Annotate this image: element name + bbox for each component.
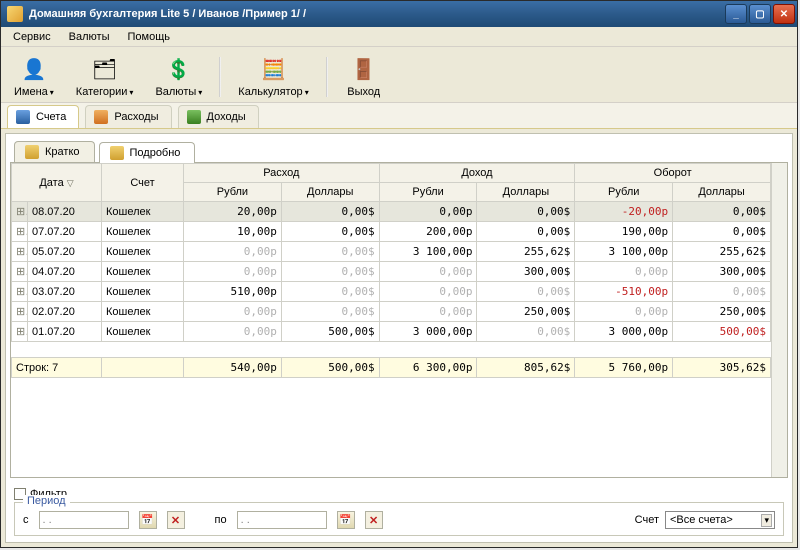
filter-panel: Фильтр Период с . . 📅 ✕ по . . 📅 ✕ Счет … bbox=[10, 484, 788, 538]
toolbar: 👤 Имена▾ 🗂 Категории▾ 💲 Валюты▾ 🧮 Кальку… bbox=[1, 47, 797, 103]
chevron-down-icon: ▾ bbox=[761, 514, 772, 527]
col-tur-rub[interactable]: Рубли bbox=[575, 183, 673, 202]
view-tabs: Кратко Подробно bbox=[10, 138, 788, 162]
table-row[interactable]: ⊞03.07.20Кошелек510,00p0,00$0,00p0,00$-5… bbox=[12, 282, 771, 302]
row-count: Строк: 7 bbox=[12, 358, 102, 378]
sheet-icon bbox=[110, 146, 124, 160]
titlebar: Домашняя бухгалтерия Lite 5 / Иванов /Пр… bbox=[1, 1, 797, 27]
table-row[interactable]: ⊞05.07.20Кошелек0,00p0,00$3 100,00p255,6… bbox=[12, 242, 771, 262]
expand-icon[interactable]: ⊞ bbox=[12, 282, 28, 302]
tool-calculator[interactable]: 🧮 Калькулятор▾ bbox=[229, 53, 317, 101]
col-date[interactable]: Дата ▽ bbox=[12, 164, 102, 202]
table-row[interactable]: ⊞02.07.20Кошелек0,00p0,00$0,00p250,00$0,… bbox=[12, 302, 771, 322]
maximize-button[interactable]: ▢ bbox=[749, 4, 771, 24]
tab-income[interactable]: Доходы bbox=[178, 105, 259, 128]
calendar-icon[interactable]: 📅 bbox=[139, 511, 157, 529]
account-filter-combo[interactable]: <Все счета> ▾ bbox=[665, 511, 775, 529]
col-exp-rub[interactable]: Рубли bbox=[184, 183, 282, 202]
tool-exit[interactable]: 🚪 Выход bbox=[336, 53, 392, 101]
table-row[interactable]: ⊞07.07.20Кошелек10,00p0,00$200,00p0,00$1… bbox=[12, 222, 771, 242]
calendar-icon[interactable]: 📅 bbox=[337, 511, 355, 529]
grid: Дата ▽ Счет Расход Доход Оборот Рубли До… bbox=[10, 162, 788, 478]
categories-icon: 🗂 bbox=[91, 56, 119, 84]
to-label: по bbox=[215, 514, 227, 526]
clear-to-icon[interactable]: ✕ bbox=[365, 511, 383, 529]
expand-icon[interactable]: ⊞ bbox=[12, 322, 28, 342]
view-detail[interactable]: Подробно bbox=[99, 142, 196, 163]
menu-help[interactable]: Помощь bbox=[120, 29, 179, 45]
col-inc-rub[interactable]: Рубли bbox=[379, 183, 477, 202]
footer-row: Строк: 7 540,00p 500,00$ 6 300,00p 805,6… bbox=[12, 358, 771, 378]
menu-service[interactable]: Сервис bbox=[5, 29, 59, 45]
app-icon bbox=[7, 6, 23, 22]
period-legend: Период bbox=[23, 495, 70, 507]
period-group: Период с . . 📅 ✕ по . . 📅 ✕ Счет <Все сч… bbox=[14, 502, 784, 536]
exit-icon: 🚪 bbox=[350, 56, 378, 84]
window-title: Домашняя бухгалтерия Lite 5 / Иванов /Пр… bbox=[29, 8, 725, 20]
col-exp-usd[interactable]: Доллары bbox=[281, 183, 379, 202]
main-tabs: Счета Расходы Доходы bbox=[1, 103, 797, 129]
close-button[interactable]: ✕ bbox=[773, 4, 795, 24]
minimize-button[interactable]: _ bbox=[725, 4, 747, 24]
date-from-input[interactable]: . . bbox=[39, 511, 129, 529]
col-inc-usd[interactable]: Доллары bbox=[477, 183, 575, 202]
expand-icon[interactable]: ⊞ bbox=[12, 202, 28, 222]
col-expense[interactable]: Расход bbox=[184, 164, 380, 183]
app-window: Домашняя бухгалтерия Lite 5 / Иванов /Пр… bbox=[0, 0, 798, 548]
calculator-icon: 🧮 bbox=[259, 56, 287, 84]
dollar-icon: 💲 bbox=[165, 56, 193, 84]
content-area: Кратко Подробно bbox=[5, 133, 793, 543]
window-controls: _ ▢ ✕ bbox=[725, 4, 795, 24]
users-icon: 👤 bbox=[20, 56, 48, 84]
table-row[interactable]: ⊞01.07.20Кошелек0,00p500,00$3 000,00p0,0… bbox=[12, 322, 771, 342]
clear-from-icon[interactable]: ✕ bbox=[167, 511, 185, 529]
view-brief[interactable]: Кратко bbox=[14, 141, 95, 162]
col-tur-usd[interactable]: Доллары bbox=[673, 183, 771, 202]
expand-icon[interactable]: ⊞ bbox=[12, 302, 28, 322]
tab-expenses[interactable]: Расходы bbox=[85, 105, 171, 128]
col-account[interactable]: Счет bbox=[102, 164, 184, 202]
tab-accounts[interactable]: Счета bbox=[7, 105, 79, 128]
vertical-scrollbar[interactable] bbox=[771, 163, 787, 477]
expand-icon[interactable]: ⊞ bbox=[12, 222, 28, 242]
from-label: с bbox=[23, 514, 29, 526]
tool-names[interactable]: 👤 Имена▾ bbox=[5, 53, 63, 101]
toolbar-separator bbox=[326, 57, 328, 97]
plus-icon bbox=[187, 110, 201, 124]
bag-icon bbox=[94, 110, 108, 124]
expand-icon[interactable]: ⊞ bbox=[12, 262, 28, 282]
sheet-icon bbox=[25, 145, 39, 159]
toolbar-separator bbox=[219, 57, 221, 97]
tool-currencies[interactable]: 💲 Валюты▾ bbox=[146, 53, 211, 101]
col-income[interactable]: Доход bbox=[379, 164, 575, 183]
expand-icon[interactable]: ⊞ bbox=[12, 242, 28, 262]
date-to-input[interactable]: . . bbox=[237, 511, 327, 529]
col-turnover[interactable]: Оборот bbox=[575, 164, 771, 183]
table-row[interactable]: ⊞04.07.20Кошелек0,00p0,00$0,00p300,00$0,… bbox=[12, 262, 771, 282]
menubar: Сервис Валюты Помощь bbox=[1, 27, 797, 47]
account-filter-label: Счет bbox=[635, 514, 659, 526]
data-table: Дата ▽ Счет Расход Доход Оборот Рубли До… bbox=[11, 163, 771, 378]
tool-categories[interactable]: 🗂 Категории▾ bbox=[67, 53, 143, 101]
book-icon bbox=[16, 110, 30, 124]
table-row[interactable]: ⊞08.07.20Кошелек20,00p0,00$0,00p0,00$-20… bbox=[12, 202, 771, 222]
menu-currencies[interactable]: Валюты bbox=[61, 29, 118, 45]
